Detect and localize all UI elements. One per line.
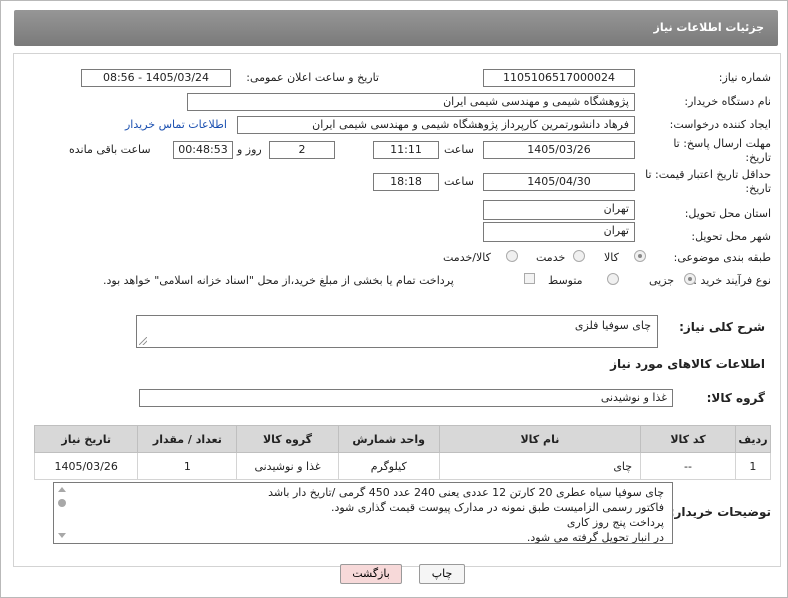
process-radio-minor[interactable] <box>684 273 696 285</box>
reply-deadline-label: مهلت ارسال پاسخ: تا تاریخ: <box>673 137 771 164</box>
time-remaining-field: 00:48:53 <box>173 141 233 159</box>
announce-label: تاریخ و ساعت اعلان عمومی: <box>246 71 379 84</box>
notes-scrollbar[interactable] <box>54 485 70 543</box>
reply-time-field: 11:11 <box>373 141 439 159</box>
col-name: نام کالا <box>438 425 642 453</box>
scroll-thumb-icon[interactable] <box>58 499 66 507</box>
creator-label: ایجاد کننده درخواست: <box>669 118 771 131</box>
reply-date-field: 1405/03/26 <box>483 141 635 159</box>
window: جزئیات اطلاعات نیاز AriaTender.neT شماره… <box>0 0 788 598</box>
goods-section-title: اطلاعات کالاهای مورد نیاز <box>610 357 765 371</box>
buyer-notes-textarea[interactable]: چای سوفیا سیاه عطری 20 کارتن 12 عددی یعن… <box>53 482 673 544</box>
col-row: ردیف <box>734 425 772 453</box>
title-bar: جزئیات اطلاعات نیاز <box>14 10 778 46</box>
back-button[interactable]: بازگشت <box>340 564 402 584</box>
buyer-notes-line: پرداخت پنج روز کاری <box>566 516 664 529</box>
buyer-label: نام دستگاه خریدار: <box>684 95 771 108</box>
buyer-notes-line: فاکتور رسمی الزامیست طبق نمونه در مدارک … <box>330 501 664 514</box>
table-row: 1 -- چای کیلوگرم غذا و نوشیدنی 1 1405/03… <box>33 452 772 480</box>
goods-group-field: غذا و نوشیدنی <box>139 389 673 407</box>
validity-time-field: 18:18 <box>373 173 439 191</box>
province-field: تهران <box>483 200 635 220</box>
cell-group: غذا و نوشیدنی <box>236 452 339 480</box>
buyer-contact-link[interactable]: اطلاعات تماس خریدار <box>125 118 227 131</box>
validity-label: حداقل تاریخ اعتبار قیمت: تا تاریخ: <box>645 168 771 195</box>
category-option-goods-service: کالا/خدمت <box>443 251 491 264</box>
reply-time-label: ساعت <box>444 143 474 156</box>
category-label: طبقه بندی موضوعی: <box>673 251 771 264</box>
col-unit: واحد شمارش <box>337 425 440 453</box>
scroll-down-icon[interactable] <box>58 533 66 538</box>
buyer-notes-line: چای سوفیا سیاه عطری 20 کارتن 12 عددی یعن… <box>268 486 664 499</box>
resize-grip-icon[interactable] <box>139 337 147 345</box>
category-option-goods: کالا <box>604 251 619 264</box>
days-label: روز و <box>237 143 262 156</box>
buyer-notes-label: توضیحات خریدار: <box>669 505 771 519</box>
cell-name: چای <box>438 452 642 480</box>
need-number-field: 1105106517000024 <box>483 69 635 87</box>
category-radio-service[interactable] <box>573 250 585 262</box>
cell-row: 1 <box>734 452 772 480</box>
cell-qty: 1 <box>137 452 238 480</box>
treasury-payment-note: پرداخت تمام یا بخشی از مبلغ خرید،از محل … <box>103 274 454 287</box>
category-radio-goods[interactable] <box>634 250 646 262</box>
process-radio-medium[interactable] <box>607 273 619 285</box>
time-remaining-label: ساعت باقی مانده <box>69 143 151 156</box>
col-qty: تعداد / مقدار <box>137 425 238 453</box>
city-label: شهر محل تحویل: <box>691 230 771 243</box>
print-button[interactable]: چاپ <box>419 564 465 584</box>
description-textarea[interactable]: چای سوفیا فلزی <box>136 315 658 348</box>
page-title: جزئیات اطلاعات نیاز <box>653 21 765 34</box>
col-group: گروه کالا <box>236 425 339 453</box>
buyer-field: پژوهشگاه شیمی و مهندسی شیمی ایران <box>187 93 635 111</box>
process-option-minor: جزیی <box>649 274 675 287</box>
process-label: نوع فرآیند خرید : <box>693 274 771 287</box>
province-label: استان محل تحویل: <box>684 207 771 220</box>
announce-field: 1405/03/24 - 08:56 <box>81 69 231 87</box>
category-option-service: خدمت <box>536 251 566 264</box>
validity-date-field: 1405/04/30 <box>483 173 635 191</box>
goods-table-header: ردیف کد کالا نام کالا واحد شمارش گروه کا… <box>33 425 772 453</box>
validity-time-label: ساعت <box>444 175 474 188</box>
buyer-notes-line: در انبار تحویل گرفته می شود. <box>526 531 664 544</box>
creator-field: فرهاد دانشورتمرین کارپرداز پژوهشگاه شیمی… <box>237 116 635 134</box>
treasury-payment-checkbox[interactable] <box>524 273 535 284</box>
city-field: تهران <box>483 222 635 242</box>
goods-group-label: گروه کالا: <box>706 391 765 405</box>
days-remaining-field: 2 <box>269 141 335 159</box>
col-date: تاریخ نیاز <box>33 425 139 453</box>
goods-table: ردیف کد کالا نام کالا واحد شمارش گروه کا… <box>33 425 772 480</box>
cell-unit: کیلوگرم <box>337 452 440 480</box>
process-option-medium: متوسط <box>548 274 583 287</box>
need-number-label: شماره نیاز: <box>718 71 771 84</box>
category-radio-goods-service[interactable] <box>506 250 518 262</box>
scroll-up-icon[interactable] <box>58 487 66 492</box>
cell-code: -- <box>640 452 736 480</box>
col-code: کد کالا <box>640 425 736 453</box>
description-text: چای سوفیا فلزی <box>574 319 651 332</box>
cell-date: 1405/03/26 <box>33 452 139 480</box>
description-label: شرح کلی نیاز: <box>679 320 765 334</box>
